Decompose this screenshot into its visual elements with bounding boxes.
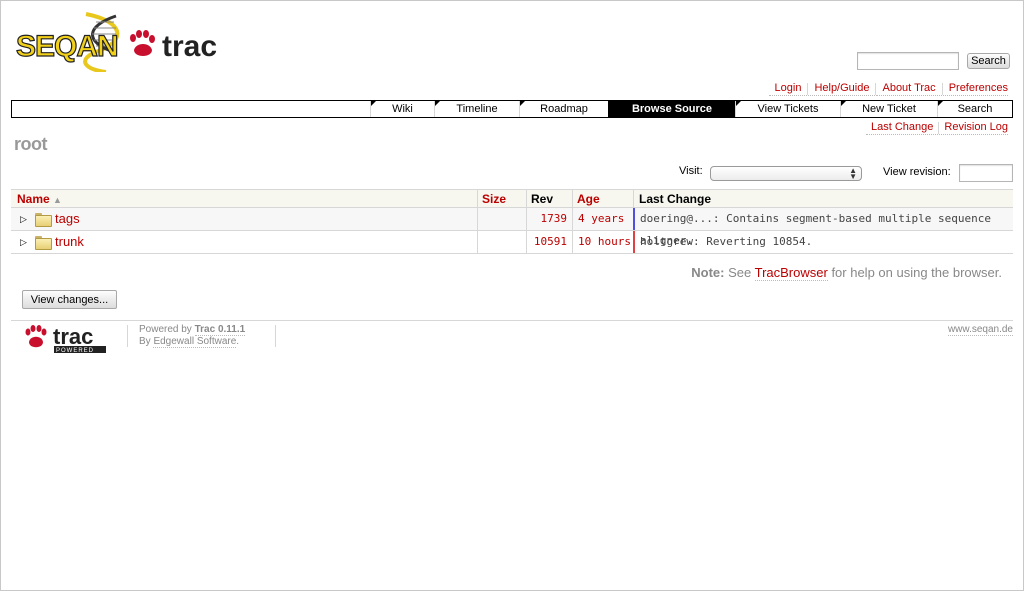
context-nav: Last Change Revision Log <box>866 121 1008 135</box>
help-note: Note: See TracBrowser for help on using … <box>691 265 1002 281</box>
sort-asc-icon: ▲ <box>53 195 62 205</box>
svg-text:POWERED: POWERED <box>56 348 94 354</box>
col-header-rev[interactable]: Rev <box>531 190 553 208</box>
age-color-bar <box>633 208 635 230</box>
seqan-trac-logo[interactable]: SEQAN trac <box>16 12 226 72</box>
entry-rev-link[interactable]: 1739 <box>541 208 568 230</box>
folder-icon <box>35 236 52 250</box>
entry-last-change: doering@...: Contains segment-based mult… <box>640 212 991 247</box>
trac-powered-logo[interactable]: trac POWERED <box>24 324 108 354</box>
footer-site-link[interactable]: www.seqan.de <box>947 324 1013 336</box>
view-revision-label: View revision: <box>883 166 951 178</box>
logo-trac-text: trac <box>162 30 217 63</box>
trac-version-link[interactable]: Trac 0.11.1 <box>194 324 246 336</box>
tracbrowser-link[interactable]: TracBrowser <box>754 265 828 281</box>
table-header: Name ▲ Size Rev Age Last Change <box>11 189 1013 208</box>
nav-tab-search[interactable]: Search <box>937 101 1012 117</box>
col-header-age[interactable]: Age <box>577 190 600 208</box>
nav-tab-wiki[interactable]: Wiki <box>370 101 434 117</box>
col-header-name[interactable]: Name ▲ <box>17 190 62 208</box>
visit-select[interactable]: ▲ ▼ <box>710 166 862 181</box>
page-title: root <box>14 134 48 154</box>
edgewall-link[interactable]: Edgewall Software <box>153 336 237 348</box>
meta-nav: Login Help/Guide About Trac Preferences <box>768 82 1008 96</box>
expand-triangle-icon[interactable]: ▷ <box>20 208 27 230</box>
footer-divider <box>11 320 1013 321</box>
nav-tab-new-ticket[interactable]: New Ticket <box>840 101 937 117</box>
view-changes-button[interactable]: View changes... <box>22 290 117 309</box>
svg-text:trac: trac <box>53 324 93 349</box>
col-header-last-change: Last Change <box>639 192 712 206</box>
age-color-bar <box>633 231 635 253</box>
view-revision-input[interactable] <box>959 164 1013 182</box>
search-button[interactable]: Search <box>967 53 1010 69</box>
entry-name-link[interactable]: trunk <box>55 231 84 253</box>
nav-tab-browse-source[interactable]: Browse Source <box>608 101 735 117</box>
ctxtnav-last-change[interactable]: Last Change <box>866 121 939 135</box>
metanav-login[interactable]: Login <box>768 82 808 96</box>
select-arrows-icon: ▲ ▼ <box>849 166 857 181</box>
search-input[interactable] <box>857 52 959 70</box>
nav-tab-roadmap[interactable]: Roadmap <box>519 101 608 117</box>
metanav-about-trac[interactable]: About Trac <box>876 82 942 96</box>
metanav-preferences[interactable]: Preferences <box>942 82 1008 96</box>
main-nav: Wiki Timeline Roadmap Browse Source View… <box>11 100 1013 118</box>
ctxtnav-revision-log[interactable]: Revision Log <box>939 121 1008 135</box>
nav-tab-view-tickets[interactable]: View Tickets <box>735 101 840 117</box>
entry-age-link[interactable]: 4 years <box>578 208 624 230</box>
expand-triangle-icon[interactable]: ▷ <box>20 231 27 253</box>
table-row[interactable]: ▷ tags 1739 4 years doering@...: Contain… <box>11 208 1013 247</box>
folder-icon <box>35 213 52 227</box>
entry-name-link[interactable]: tags <box>55 208 80 230</box>
nav-tab-timeline[interactable]: Timeline <box>434 101 519 117</box>
visit-label: Visit: <box>679 165 703 177</box>
entry-rev-link[interactable]: 10591 <box>534 231 567 253</box>
entry-age-link[interactable]: 10 hours <box>578 231 631 253</box>
table-row[interactable]: ▷ trunk 10591 10 hours holtgrew: Reverti… <box>11 231 1013 254</box>
logo-seqan-text: SEQAN <box>16 30 118 63</box>
metanav-help-guide[interactable]: Help/Guide <box>808 82 876 96</box>
directory-listing: Name ▲ Size Rev Age Last Change ▷ tags 1… <box>11 189 1013 254</box>
entry-last-change: holtgrew: Reverting 10854. <box>640 235 813 248</box>
col-header-size[interactable]: Size <box>482 190 506 208</box>
footer-powered-by: Powered by Trac 0.11.1 By Edgewall Softw… <box>139 324 246 348</box>
